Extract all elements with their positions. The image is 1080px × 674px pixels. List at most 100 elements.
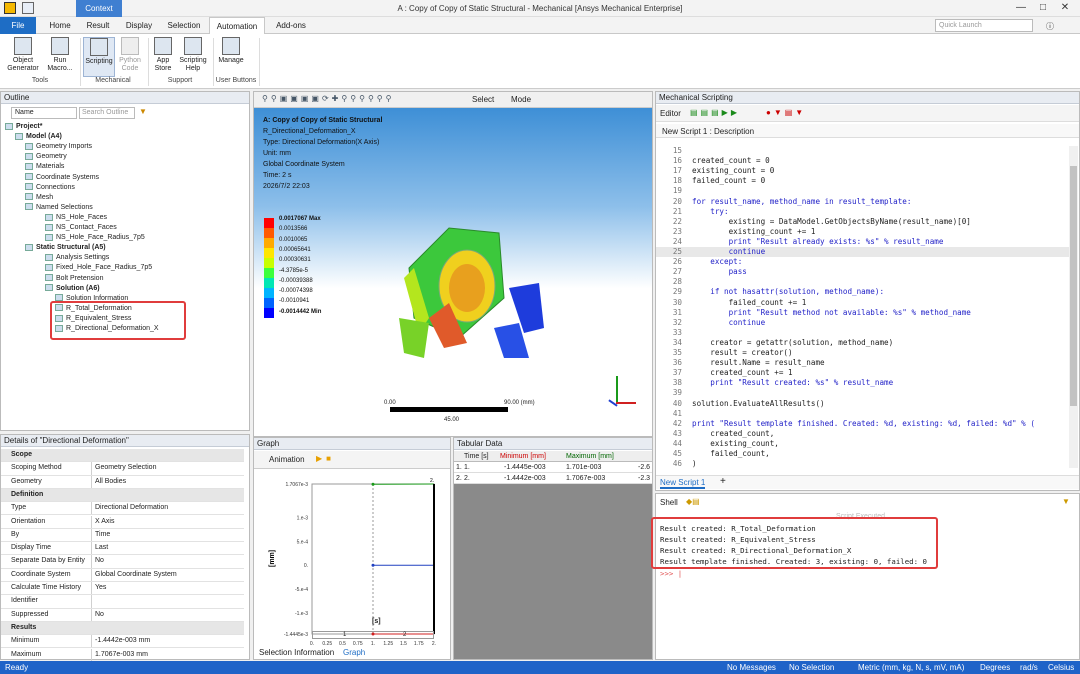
run-macro-button[interactable]: Run Macro... bbox=[44, 37, 76, 77]
filter-icon[interactable]: ▼ bbox=[139, 107, 147, 116]
tree-item[interactable]: Geometry Imports bbox=[25, 142, 92, 152]
tree-item[interactable]: Fixed_Hole_Face_Radius_7p5 bbox=[45, 263, 152, 273]
view-info-unit: Unit: mm bbox=[263, 150, 291, 157]
details-row[interactable]: By Time bbox=[1, 528, 244, 543]
details-key: Orientation bbox=[11, 517, 46, 525]
code-line: 46) bbox=[656, 459, 697, 469]
shell-prompt[interactable]: >>> | bbox=[660, 569, 682, 578]
details-row[interactable]: Maximum 1.7067e-003 mm bbox=[1, 648, 244, 662]
status-rate[interactable]: rad/s bbox=[1020, 661, 1038, 674]
select-button[interactable]: Select bbox=[472, 95, 494, 104]
mode-dropdown[interactable]: Mode bbox=[511, 95, 531, 104]
code-line: 31 print "Result method not available: %… bbox=[656, 308, 971, 318]
tree-item[interactable]: Bolt Pretension bbox=[45, 274, 103, 284]
maximize-icon[interactable]: □ bbox=[1034, 2, 1052, 14]
details-row[interactable]: Coordinate System Global Coordinate Syste… bbox=[1, 568, 244, 582]
play-controls-icon[interactable]: ▶■ bbox=[316, 454, 335, 463]
details-value: Time bbox=[95, 530, 111, 538]
outline-search-input[interactable]: Search Outline bbox=[79, 107, 135, 119]
tree-item[interactable]: Named Selections bbox=[25, 203, 93, 213]
tree-item[interactable]: NS_Hole_Faces bbox=[45, 213, 107, 223]
tree-item[interactable]: Analysis Settings bbox=[45, 253, 109, 263]
details-row[interactable]: Identifier bbox=[1, 595, 244, 609]
details-row[interactable]: Geometry All Bodies bbox=[1, 475, 244, 489]
add-tab-icon[interactable]: + bbox=[720, 476, 726, 487]
legend-label: 0.00030631 bbox=[279, 257, 311, 264]
object-generator-button[interactable]: Object Generator bbox=[4, 37, 42, 77]
scripting-help-button[interactable]: Scripting Help bbox=[177, 37, 209, 77]
save-icon[interactable] bbox=[22, 2, 34, 14]
details-section: Scope bbox=[1, 449, 244, 463]
view-tools-icon[interactable]: ⚲⚲▣▣▣▣⟳✚⚲⚲⚲⚲⚲⚲ bbox=[262, 94, 395, 103]
y-tick-label: -5.e-4 bbox=[295, 587, 308, 593]
details-row[interactable]: Separate Data by Entity No bbox=[1, 555, 244, 569]
context-tab[interactable]: Context bbox=[76, 0, 122, 17]
tab-display[interactable]: Display bbox=[120, 17, 158, 34]
tabular-grid: Time [s] Minimum [mm] Maximum [mm] 1. 1. -… bbox=[454, 451, 652, 659]
details-row[interactable]: Type Directional Deformation bbox=[1, 502, 244, 516]
quick-launch-input[interactable]: Quick Launch bbox=[935, 19, 1033, 32]
minimize-icon[interactable]: — bbox=[1012, 2, 1030, 14]
code-text: solution.EvaluateAllResults() bbox=[692, 398, 825, 408]
manage-button[interactable]: Manage bbox=[216, 37, 246, 77]
tree-item[interactable]: Solution (A6) bbox=[45, 284, 100, 294]
status-units[interactable]: Metric (mm, kg, N, s, mV, mA) bbox=[858, 661, 964, 674]
code-text: print "Result created: %s" % result_name bbox=[692, 378, 894, 388]
tree-item[interactable]: NS_Hole_Face_Radius_7p5 bbox=[45, 233, 145, 243]
code-text: created_count += 1 bbox=[692, 368, 793, 378]
details-row[interactable]: Orientation X Axis bbox=[1, 515, 244, 529]
table-row[interactable]: 2. 2. -1.4442e-003 1.7067e-003 -2.3 bbox=[454, 473, 652, 484]
tree-item[interactable]: Mesh bbox=[25, 193, 53, 203]
code-text: try: bbox=[692, 206, 729, 216]
tree-item[interactable]: Coordinate Systems bbox=[25, 173, 99, 183]
code-line: 16 created_count = 0 bbox=[656, 156, 770, 166]
tree-item[interactable]: Materials bbox=[25, 162, 64, 172]
status-messages[interactable]: No Messages bbox=[727, 661, 776, 674]
tree-item[interactable]: NS_Contact_Faces bbox=[45, 223, 117, 233]
line-number: 43 bbox=[672, 428, 682, 438]
status-temp[interactable]: Celsius bbox=[1048, 661, 1074, 674]
tree-item[interactable]: Static Structural (A5) bbox=[25, 243, 106, 253]
details-row[interactable]: Minimum -1.4442e-003 mm bbox=[1, 635, 244, 649]
tab-new-script-1[interactable]: New Script 1 bbox=[660, 478, 706, 489]
scripting-button[interactable]: Scripting bbox=[83, 37, 115, 77]
details-row[interactable]: Suppressed No bbox=[1, 608, 244, 622]
tab-automation[interactable]: Automation bbox=[209, 17, 265, 34]
tab-file[interactable]: File bbox=[0, 17, 36, 34]
status-angle[interactable]: Degrees bbox=[980, 661, 1010, 674]
tab-selection-information[interactable]: Selection Information bbox=[256, 647, 337, 659]
shell-tools-icon[interactable]: ◆▤ bbox=[686, 497, 700, 506]
col-minimum: Minimum [mm] bbox=[500, 453, 546, 460]
tree-item[interactable]: Connections bbox=[25, 183, 75, 193]
tree-item[interactable]: Geometry bbox=[25, 152, 67, 162]
tab-graph[interactable]: Graph bbox=[340, 647, 369, 659]
triad-axes-icon[interactable] bbox=[606, 368, 636, 408]
step-bar[interactable]: 12 bbox=[312, 631, 434, 639]
graphics-viewport: ⚲⚲▣▣▣▣⟳✚⚲⚲⚲⚲⚲⚲ Select Mode A: Copy of Co… bbox=[253, 91, 653, 437]
tab-result[interactable]: Result bbox=[80, 17, 116, 34]
code-editor[interactable]: 15 16 created_count = 0 17 existing_count = … bbox=[656, 146, 1069, 468]
details-row[interactable]: Display Time Last bbox=[1, 542, 244, 556]
ribbon: Object Generator Run Macro... Scripting … bbox=[0, 34, 1080, 89]
details-key: Maximum bbox=[11, 650, 42, 658]
details-row[interactable]: Scoping Method Geometry Selection bbox=[1, 462, 244, 476]
tab-add-ons[interactable]: Add-ons bbox=[270, 17, 312, 34]
model-canvas[interactable]: A: Copy of Copy of Static Structural R_D… bbox=[254, 108, 652, 436]
name-dropdown[interactable]: Name bbox=[11, 107, 77, 119]
tabular-title: Tabular Data bbox=[454, 438, 652, 450]
run-icon[interactable]: ▤▤▤▶▶ bbox=[690, 108, 740, 117]
editor-scrollbar[interactable] bbox=[1069, 146, 1078, 468]
tab-new-script-1-description[interactable]: New Script 1 : Description bbox=[662, 127, 754, 136]
details-row[interactable]: Calculate Time History Yes bbox=[1, 582, 244, 596]
close-icon[interactable]: ✕ bbox=[1056, 2, 1074, 14]
tree-item[interactable]: Project* bbox=[5, 122, 42, 132]
help-icon[interactable]: ⓘ bbox=[1046, 21, 1054, 32]
table-row[interactable]: 1. 1. -1.4445e-003 1.701e-003 -2.6 bbox=[454, 462, 652, 473]
tab-selection[interactable]: Selection bbox=[163, 17, 205, 34]
shell-filter-icon[interactable]: ▼ bbox=[1062, 497, 1070, 506]
tree-item[interactable]: Model (A4) bbox=[15, 132, 62, 142]
python-code-button[interactable]: Python Code bbox=[116, 37, 144, 77]
app-store-button[interactable]: App Store bbox=[150, 37, 176, 77]
tab-home[interactable]: Home bbox=[42, 17, 78, 34]
debug-icon[interactable]: ●▼▤▼ bbox=[766, 108, 806, 117]
